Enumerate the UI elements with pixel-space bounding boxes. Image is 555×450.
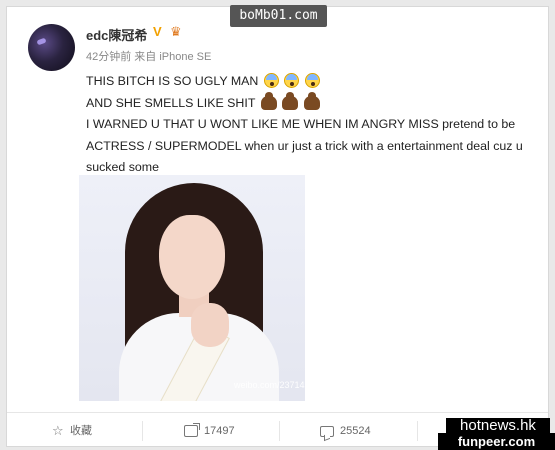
face-screaming-in-fear-icon [263, 73, 279, 88]
site-watermark-hotnews: hotnews.hk [446, 418, 550, 434]
comment-button[interactable]: 25524 [320, 413, 371, 449]
face-screaming-in-fear-icon [304, 73, 320, 88]
action-divider [417, 421, 418, 441]
post-line-2: AND SHE SMELLS LIKE SHIT [86, 91, 541, 115]
site-watermark-top: boMb01.com [230, 5, 327, 27]
post-line-2-text: AND SHE SMELLS LIKE SHIT [86, 95, 256, 110]
author-name[interactable]: edc陳冠希 [86, 25, 147, 44]
face-screaming-in-fear-icon [284, 73, 300, 88]
share-button[interactable]: 17497 [184, 413, 235, 449]
pile-of-poo-icon [260, 91, 277, 110]
pile-of-poo-icon [303, 91, 320, 110]
avatar-glint [36, 37, 47, 46]
post-line-1: THIS BITCH IS SO UGLY MAN [86, 71, 541, 93]
post-line-1-text: THIS BITCH IS SO UGLY MAN [86, 74, 259, 88]
avatar[interactable] [28, 24, 75, 71]
star-icon [52, 425, 64, 437]
comment-count: 25524 [340, 425, 371, 437]
favorite-label: 收藏 [70, 425, 92, 437]
member-crown-icon: ♛ [170, 24, 182, 39]
action-divider [142, 421, 143, 441]
post-line-3: I WARNED U THAT U WONT LIKE ME WHEN IM A… [86, 117, 516, 131]
image-watermark: weibo.com/2371424 [234, 380, 305, 390]
favorite-button[interactable]: 收藏 [52, 413, 92, 449]
site-watermark-funpeer: funpeer.com [438, 433, 555, 450]
post-line-4: ACTRESS / SUPERMODEL when ur just a tric… [86, 138, 523, 153]
pile-of-poo-icon [282, 91, 299, 110]
post-text: THIS BITCH IS SO UGLY MAN AND SHE SMELLS… [86, 71, 541, 179]
weibo-post-card: edc陳冠希 V ♛ 42分钟前 来自 iPhone SE THIS BITCH… [6, 6, 549, 447]
share-icon [184, 425, 198, 438]
photo-face [159, 215, 225, 299]
comment-icon [320, 425, 334, 437]
action-divider [279, 421, 280, 441]
post-meta: 42分钟前 来自 iPhone SE [86, 51, 212, 63]
verified-badge-icon: V [153, 24, 162, 39]
share-count: 17497 [204, 425, 235, 437]
post-image[interactable]: weibo.com/2371424 [79, 175, 305, 401]
photo-hand [191, 303, 229, 347]
